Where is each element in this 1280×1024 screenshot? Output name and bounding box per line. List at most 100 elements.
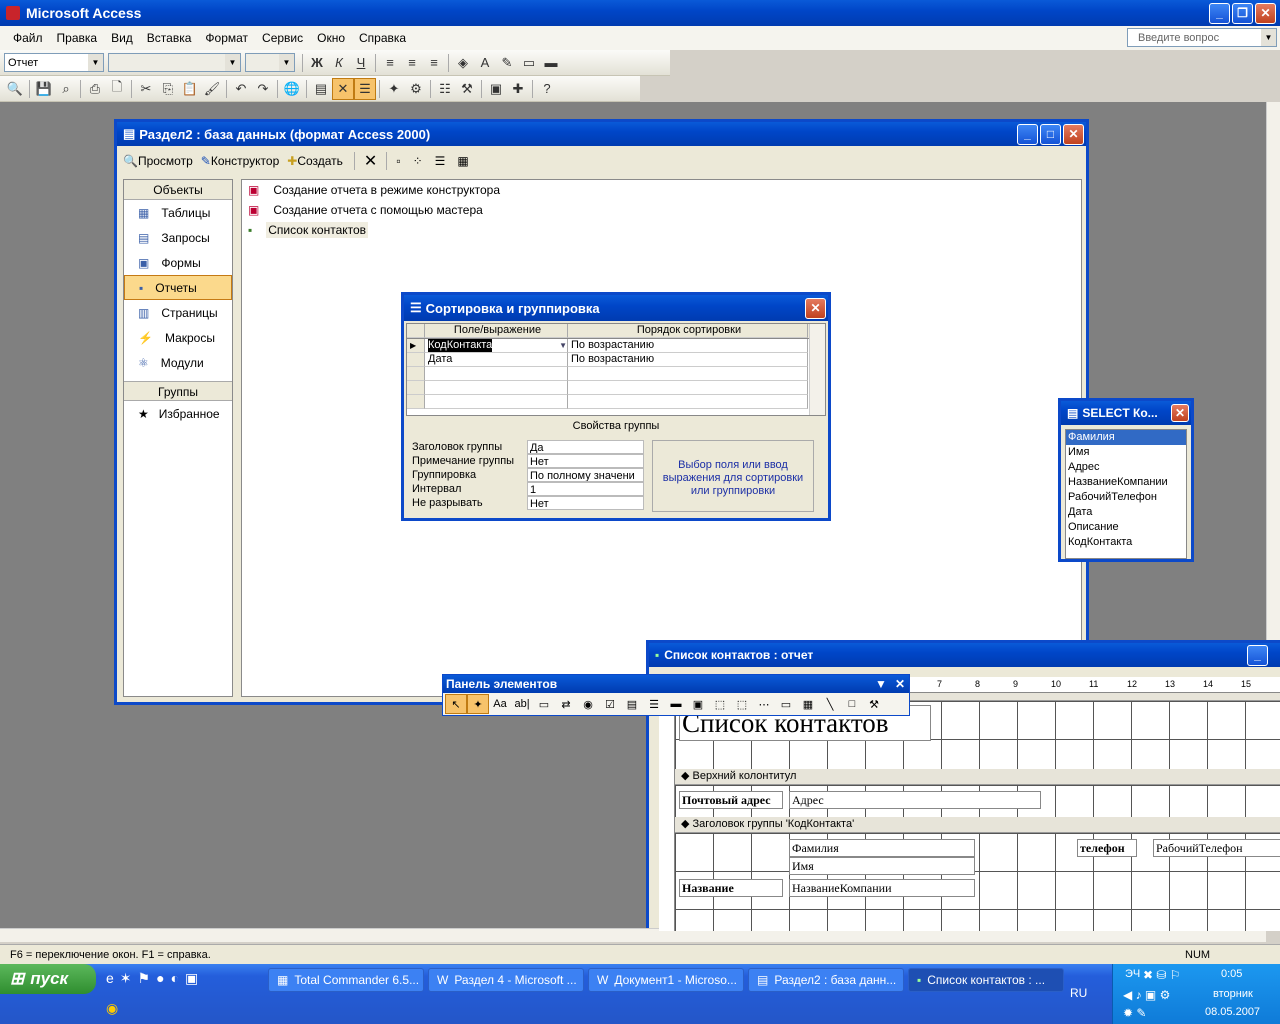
firstname-field[interactable]: Имя <box>789 857 975 875</box>
undo-icon[interactable]: ↶ <box>230 78 252 100</box>
code-icon[interactable]: ⚙ <box>405 78 427 100</box>
menu-help[interactable]: Справка <box>352 29 413 47</box>
order-cell[interactable]: По возрастанию <box>568 353 808 367</box>
save-icon[interactable]: 💾 <box>33 78 55 100</box>
more-controls-icon[interactable]: ⚒ <box>863 694 885 714</box>
sort-grid-scrollbar[interactable] <box>809 324 825 415</box>
lastname-field[interactable]: Фамилия <box>789 839 975 857</box>
group-favorites[interactable]: ★ Избранное <box>124 401 232 426</box>
start-button[interactable]: ⊞ пуск <box>0 964 96 994</box>
objects-item[interactable]: ⚡ Макросы <box>124 325 232 350</box>
task-total-commander[interactable]: ▦ Total Commander 6.5... <box>268 968 424 992</box>
restore-button[interactable]: ❐ <box>1232 2 1253 24</box>
phone-field[interactable]: РабочийТелефон <box>1153 839 1280 857</box>
table-row[interactable]: ▶ КодКонтакта ▼ По возрастанию <box>407 339 825 353</box>
select-objects-icon[interactable]: ↖ <box>445 694 467 714</box>
sorting-grouping-icon[interactable]: ☰ <box>354 77 376 100</box>
combobox-icon[interactable]: ▤ <box>621 694 643 714</box>
page-break-icon[interactable]: ⋯ <box>753 694 775 714</box>
order-cell[interactable]: По возрастанию <box>568 339 808 353</box>
objects-item[interactable]: ▥ Страницы <box>124 300 232 325</box>
objects-item[interactable]: ▪ Отчеты <box>124 275 232 300</box>
objects-item[interactable]: ▤ Запросы <box>124 225 232 250</box>
align-center-icon[interactable]: ≡ <box>401 52 423 74</box>
list-item[interactable]: ▣ Создание отчета в режиме конструктора <box>242 180 1081 200</box>
page-header-bar[interactable]: ◆ Верхний колонтитул <box>675 769 1280 785</box>
print-icon[interactable]: ⎙ <box>84 78 106 100</box>
minimize-button[interactable]: _ <box>1209 2 1230 24</box>
label-icon[interactable]: Aa <box>489 694 511 714</box>
tab-control-icon[interactable]: ▭ <box>775 694 797 714</box>
objects-item[interactable]: ⚛ Модули <box>124 350 232 375</box>
listbox-icon[interactable]: ☰ <box>643 694 665 714</box>
app-icon[interactable]: ◐ <box>171 970 179 990</box>
field-item[interactable]: КодКонтакта <box>1066 535 1186 550</box>
hyperlink-icon[interactable]: 🌐 <box>281 78 303 100</box>
menu-edit[interactable]: Правка <box>50 29 105 47</box>
properties-icon[interactable]: ☷ <box>434 78 456 100</box>
phone-label[interactable]: телефон <box>1077 839 1137 857</box>
field-combo[interactable]: КодКонтакта ▼ <box>425 339 568 353</box>
create-button[interactable]: Создать <box>297 154 343 168</box>
option-button-icon[interactable]: ◉ <box>577 694 599 714</box>
paste-icon[interactable]: 📋 <box>179 78 201 100</box>
underline-button[interactable]: Ч <box>350 52 372 74</box>
redo-icon[interactable]: ↷ <box>252 78 274 100</box>
font-color-icon[interactable]: A <box>474 52 496 74</box>
toolbox-close-icon[interactable]: ✕ <box>895 677 905 691</box>
font-size-combo[interactable]: ▼ <box>245 53 295 72</box>
address-field[interactable]: Адрес <box>789 791 1041 809</box>
media-icon[interactable]: ◉ <box>106 1000 124 1018</box>
tray-icons[interactable]: ◀ ♪ ▣ ⚙ <box>1123 988 1170 1002</box>
textbox-icon[interactable]: ab| <box>511 694 533 714</box>
task-word-document[interactable]: W Документ1 - Microso... <box>588 968 744 992</box>
field-cell[interactable]: Дата <box>425 353 568 367</box>
object-combo[interactable]: Отчет ▼ <box>4 53 104 72</box>
company-field[interactable]: НазваниеКомпании <box>789 879 975 897</box>
border-width-icon[interactable]: ▭ <box>518 52 540 74</box>
menu-file[interactable]: Файл <box>6 29 50 47</box>
objects-item[interactable]: ▦ Таблицы <box>124 200 232 225</box>
menu-insert[interactable]: Вставка <box>140 29 199 47</box>
help-icon[interactable]: ? <box>536 78 558 100</box>
ie-icon[interactable]: e <box>106 970 114 990</box>
align-right-icon[interactable]: ≡ <box>423 52 445 74</box>
control-wizards-icon[interactable]: ✦ <box>467 694 489 714</box>
help-question-input[interactable]: Введите вопрос ▼ <box>1127 28 1277 47</box>
tray-icons[interactable]: ✖ ⛁ ⚐ <box>1143 968 1181 982</box>
field-item[interactable]: Описание <box>1066 520 1186 535</box>
menu-window[interactable]: Окно <box>310 29 352 47</box>
cut-icon[interactable]: ✂ <box>135 78 157 100</box>
fill-color-icon[interactable]: ◈ <box>452 52 474 74</box>
rectangle-icon[interactable]: □ <box>841 694 863 714</box>
db-maximize-button[interactable]: □ <box>1040 123 1061 145</box>
objects-item[interactable]: ▣ Формы <box>124 250 232 275</box>
unbound-object-icon[interactable]: ⬚ <box>709 694 731 714</box>
menu-format[interactable]: Формат <box>198 29 255 47</box>
address-label[interactable]: Почтовый адрес <box>679 791 783 809</box>
app-icon[interactable]: ✶ <box>120 970 132 990</box>
menu-view[interactable]: Вид <box>104 29 140 47</box>
close-button[interactable]: ✕ <box>1255 2 1276 24</box>
field-list-icon[interactable]: ▤ <box>310 78 332 100</box>
company-label[interactable]: Название <box>679 879 783 897</box>
image-icon[interactable]: ▣ <box>687 694 709 714</box>
details-view-icon[interactable]: ▦ <box>457 154 468 168</box>
font-combo[interactable]: ▼ <box>108 53 241 72</box>
special-effect-icon[interactable]: ▬ <box>540 52 562 74</box>
field-item[interactable]: Дата <box>1066 505 1186 520</box>
italic-button[interactable]: К <box>328 52 350 74</box>
field-list-close-button[interactable]: ✕ <box>1171 404 1189 422</box>
property-value[interactable]: Да <box>526 440 644 454</box>
checkbox-icon[interactable]: ☑ <box>599 694 621 714</box>
subform-icon[interactable]: ▦ <box>797 694 819 714</box>
db-close-button[interactable]: ✕ <box>1063 123 1084 145</box>
clock-time[interactable]: 0:05 <box>1221 968 1242 980</box>
tray-icons[interactable]: ✹ ✎ <box>1123 1006 1146 1020</box>
group-header-bar[interactable]: ◆ Заголовок группы 'КодКонтакта' <box>675 817 1280 833</box>
bold-button[interactable]: Ж <box>306 52 328 74</box>
field-item[interactable]: НазваниеКомпании <box>1066 475 1186 490</box>
view-icon[interactable]: 🔍 <box>4 78 26 100</box>
align-left-icon[interactable]: ≡ <box>379 52 401 74</box>
db-minimize-button[interactable]: _ <box>1017 123 1038 145</box>
